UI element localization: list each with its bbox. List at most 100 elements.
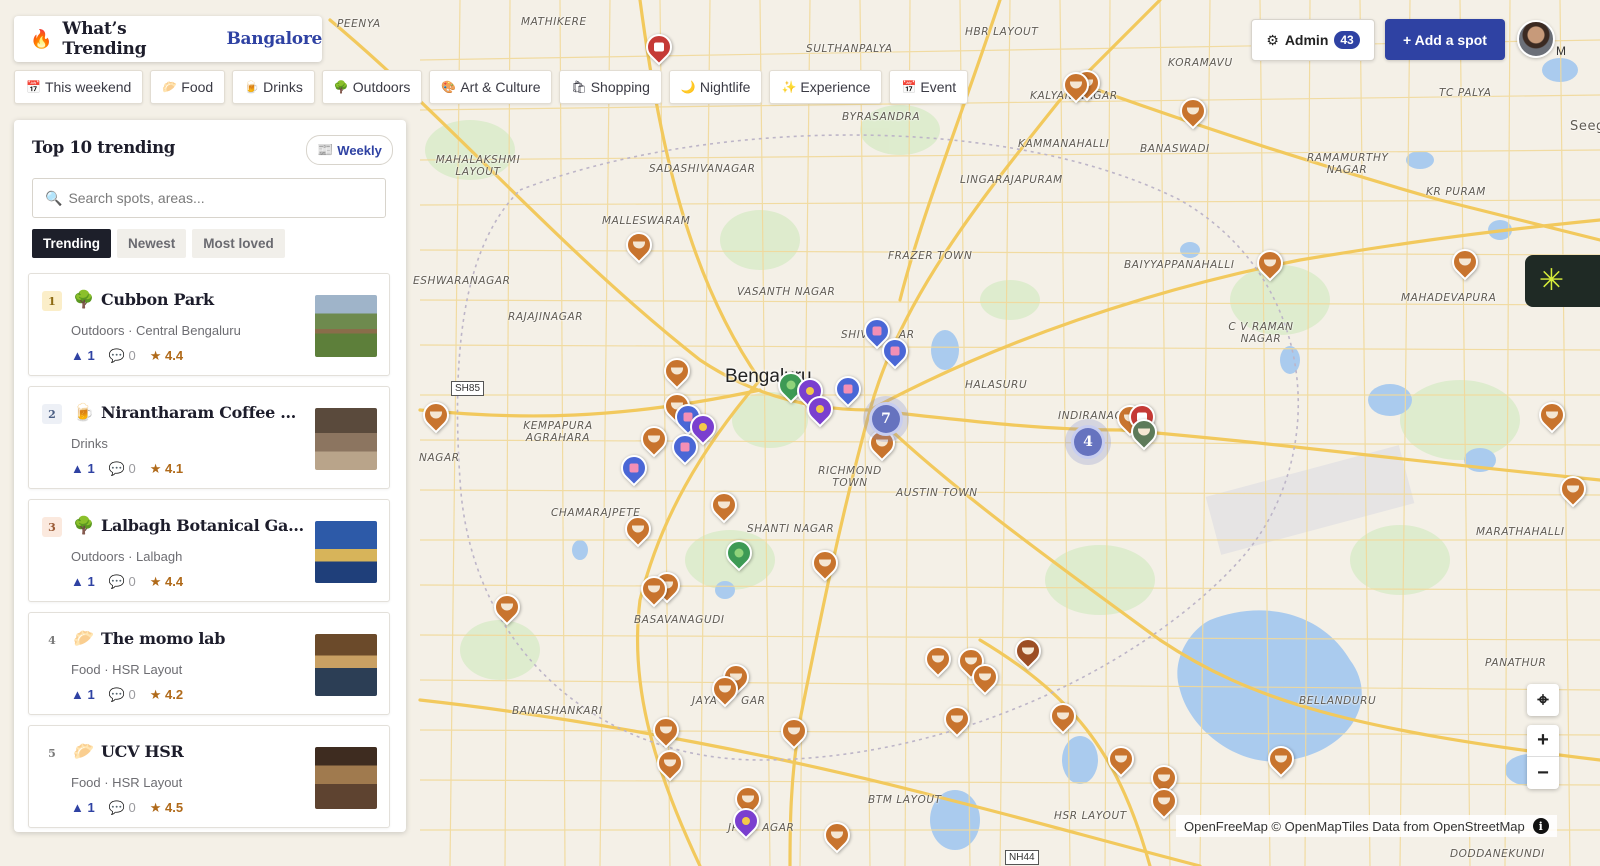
tab-most-loved[interactable]: Most loved bbox=[192, 229, 285, 258]
rating: ★ 4.4 bbox=[149, 574, 184, 589]
spot-thumbnail bbox=[315, 747, 377, 809]
spot-name: UCV HSR bbox=[101, 742, 184, 761]
tab-newest[interactable]: Newest bbox=[117, 229, 187, 258]
add-spot-button[interactable]: + Add a spot bbox=[1385, 19, 1505, 60]
map-area-label: MATHIKERE bbox=[521, 16, 587, 28]
chip-label: Shopping bbox=[590, 79, 650, 95]
locate-button[interactable]: ⌖ bbox=[1527, 684, 1559, 716]
assistant-tab[interactable]: ✳ bbox=[1525, 255, 1600, 307]
map-area-label: FRAZER TOWN bbox=[888, 250, 973, 262]
newspaper-icon: 📰 bbox=[317, 142, 334, 157]
map-area-label: SULTHANPALYA bbox=[806, 43, 893, 55]
spot-card[interactable]: 5 🥟 UCV HSR Food · HSR Layout ▲ 1 💬 0 ★ … bbox=[28, 725, 390, 828]
spot-card[interactable]: 3 🌳 Lalbagh Botanical Garden Outdoors · … bbox=[28, 499, 390, 602]
avatar-letter: M bbox=[1556, 44, 1566, 58]
map-area-label: VASANTH NAGAR bbox=[737, 286, 836, 298]
map-area-label: KORAMAVU bbox=[1168, 57, 1233, 69]
spot-stats: ▲ 1 💬 0 ★ 4.4 bbox=[71, 348, 183, 364]
filter-chip-shopping[interactable]: 🛍 Shopping bbox=[559, 70, 662, 104]
map-attribution: OpenFreeMap © OpenMapTiles Data from Ope… bbox=[1176, 815, 1557, 837]
map-area-label: BASAVANAGUDI bbox=[634, 614, 725, 626]
rating-value: 4.5 bbox=[165, 800, 184, 815]
spot-card[interactable]: 1 🌳 Cubbon Park Outdoors · Central Benga… bbox=[28, 273, 390, 376]
map-area-label: TC PALYA bbox=[1439, 87, 1492, 99]
crosshair-icon: ⌖ bbox=[1537, 688, 1549, 711]
spot-thumbnail bbox=[315, 634, 377, 696]
search-input[interactable] bbox=[68, 190, 369, 206]
upvote-button[interactable]: ▲ 1 bbox=[71, 687, 95, 703]
filter-chip-outdoors[interactable]: 🌳 Outdoors bbox=[321, 70, 423, 104]
calendar-icon: 📅 bbox=[901, 80, 917, 94]
chip-label: Nightlife bbox=[699, 79, 751, 95]
map-area-label: BAIYYAPPANAHALLI bbox=[1124, 259, 1235, 271]
admin-label: Admin bbox=[1284, 32, 1329, 48]
filter-chip-this-weekend[interactable]: 📅 This weekend bbox=[14, 70, 144, 104]
spot-name: Nirantharam Coffee House bbox=[101, 403, 306, 422]
upvote-button[interactable]: ▲ 1 bbox=[71, 574, 95, 590]
dumpling-icon: 🥟 bbox=[162, 80, 178, 94]
tab-trending[interactable]: Trending bbox=[32, 229, 111, 258]
filter-chip-art-culture[interactable]: 🎨 Art & Culture bbox=[429, 70, 553, 104]
map-area-label: SHANTI NAGAR bbox=[747, 523, 835, 535]
comment-count: 💬 0 bbox=[108, 687, 136, 702]
map-area-label: BELLANDURU bbox=[1299, 695, 1377, 707]
upvote-button[interactable]: ▲ 1 bbox=[71, 348, 95, 364]
comment-count: 💬 0 bbox=[108, 348, 136, 363]
dumpling-icon: 🥟 bbox=[73, 742, 95, 761]
map-area-label: KEMPAPURA AGRAHARA bbox=[523, 420, 593, 445]
comment-value: 0 bbox=[128, 574, 136, 589]
map-area-label: BANASWADI bbox=[1140, 143, 1210, 155]
sparkles-icon: ✨ bbox=[781, 80, 797, 94]
app-brand[interactable]: 🔥 What’s Trending Bangalore bbox=[14, 16, 322, 62]
filter-chip-experience[interactable]: ✨ Experience bbox=[769, 70, 883, 104]
chip-label: Outdoors bbox=[352, 79, 411, 95]
rating: ★ 4.4 bbox=[149, 348, 184, 363]
beer-icon: 🍺 bbox=[244, 80, 260, 94]
comment-value: 0 bbox=[128, 348, 136, 363]
admin-button[interactable]: ⚙ Admin 43 bbox=[1251, 19, 1375, 61]
spot-thumbnail bbox=[315, 521, 377, 583]
spot-name: Lalbagh Botanical Garden bbox=[101, 516, 306, 535]
map-area-label: HBR LAYOUT bbox=[965, 26, 1039, 38]
filter-chip-nightlife[interactable]: 🌙 Nightlife bbox=[668, 70, 763, 104]
spot-card[interactable]: 4 🥟 The momo lab Food · HSR Layout ▲ 1 💬… bbox=[28, 612, 390, 715]
map-area-label: AUSTIN TOWN bbox=[896, 487, 978, 499]
zoom-in-button[interactable]: + bbox=[1527, 725, 1559, 757]
info-icon[interactable]: i bbox=[1532, 818, 1549, 834]
upvote-button[interactable]: ▲ 1 bbox=[71, 800, 95, 816]
map-area-label: CHAMARAJPETE bbox=[551, 507, 641, 519]
period-toggle[interactable]: 📰 Weekly bbox=[306, 135, 393, 165]
chip-label: Art & Culture bbox=[460, 79, 541, 95]
chip-label: Food bbox=[181, 79, 214, 95]
map-area-label: RAJAJINAGAR bbox=[508, 311, 584, 323]
sparkle-icon: ✳ bbox=[1538, 264, 1565, 297]
upvote-count: 1 bbox=[87, 348, 95, 363]
map-area-label: PEENYA bbox=[337, 18, 381, 30]
search-box[interactable]: 🔍 bbox=[32, 178, 386, 218]
city-selector[interactable]: Bangalore bbox=[226, 29, 322, 49]
comment-count: 💬 0 bbox=[108, 574, 136, 589]
rating: ★ 4.2 bbox=[149, 687, 184, 702]
shopping-bag-icon: 🛍 bbox=[571, 80, 587, 94]
spot-meta: Food · HSR Layout bbox=[71, 662, 183, 677]
app-title: What’s Trending bbox=[62, 19, 147, 59]
map-cluster[interactable]: 7 bbox=[869, 402, 903, 436]
spot-name: The momo lab bbox=[101, 629, 226, 648]
rating-value: 4.4 bbox=[165, 574, 184, 589]
comment-value: 0 bbox=[128, 461, 136, 476]
spot-card[interactable]: 2 🍺 Nirantharam Coffee House Drinks ▲ 1 … bbox=[28, 386, 390, 489]
rank-badge: 1 bbox=[42, 291, 62, 311]
filter-chip-food[interactable]: 🥟 Food bbox=[150, 70, 226, 104]
map-cluster[interactable]: 4 bbox=[1071, 425, 1105, 459]
upvote-button[interactable]: ▲ 1 bbox=[71, 461, 95, 477]
calendar-icon: 📅 bbox=[26, 80, 41, 94]
user-avatar[interactable] bbox=[1517, 20, 1555, 58]
map-area-label: PANATHUR bbox=[1485, 657, 1547, 669]
rank-badge: 2 bbox=[42, 404, 62, 424]
spot-name: Cubbon Park bbox=[101, 290, 214, 309]
upvote-count: 1 bbox=[87, 574, 95, 589]
map-area-label: MAHADEVAPURA bbox=[1401, 292, 1497, 304]
filter-chip-event[interactable]: 📅 Event bbox=[889, 70, 969, 104]
zoom-out-button[interactable]: − bbox=[1527, 757, 1559, 789]
filter-chip-drinks[interactable]: 🍺 Drinks bbox=[232, 70, 315, 104]
